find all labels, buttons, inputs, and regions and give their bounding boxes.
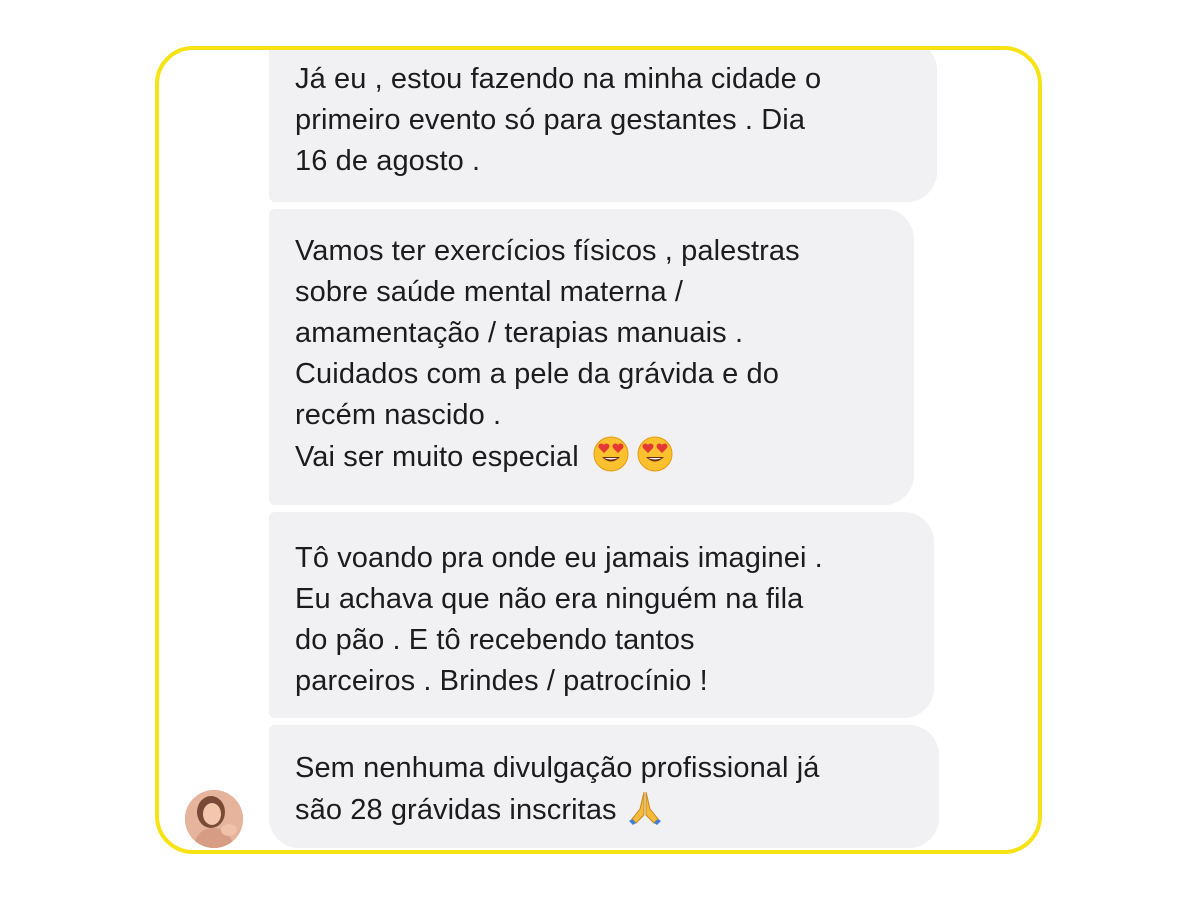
message-line: sobre saúde mental materna /: [295, 276, 684, 308]
heart-eyes-emoji-icon: [637, 436, 673, 472]
folded-hands-emoji-icon: [628, 791, 661, 825]
message-line: Já eu , estou fazendo na minha cidade o: [295, 63, 822, 95]
message-line: recém nascido .: [295, 399, 502, 431]
message-line: do pão . E tô recebendo tantos: [295, 624, 695, 656]
message-line: amamentação / terapias manuais .: [295, 317, 744, 349]
avatar-portrait-icon: [185, 790, 243, 848]
message-line: Cuidados com a pele da grávida e do: [295, 358, 779, 390]
sender-avatar[interactable]: [185, 790, 243, 848]
message-line: primeiro evento só para gestantes . Dia: [295, 104, 806, 136]
chat-frame: Já eu , estou fazendo na minha cidade o …: [155, 46, 1042, 854]
message-text: Vai ser muito especial: [295, 441, 579, 473]
message-line-with-emoji: Vai ser muito especial: [295, 436, 888, 478]
message-bubble-1[interactable]: Já eu , estou fazendo na minha cidade o …: [269, 50, 937, 202]
message-line: Eu achava que não era ninguém na fila: [295, 583, 804, 615]
heart-eyes-emoji-icon: [593, 436, 629, 472]
message-line: parceiros . Brindes / patrocínio !: [295, 665, 708, 697]
message-bubble-3[interactable]: Tô voando pra onde eu jamais imaginei . …: [269, 512, 934, 718]
message-line: Sem nenhuma divulgação profissional já: [295, 752, 820, 784]
message-line: Vamos ter exercícios físicos , palestras: [295, 235, 800, 267]
message-bubble-2[interactable]: Vamos ter exercícios físicos , palestras…: [269, 209, 914, 505]
message-bubble-4[interactable]: Sem nenhuma divulgação profissional já s…: [269, 725, 939, 848]
message-line: Tô voando pra onde eu jamais imaginei .: [295, 542, 823, 574]
message-line-with-emoji: são 28 grávidas inscritas: [295, 789, 913, 831]
message-text: são 28 grávidas inscritas: [295, 794, 617, 826]
message-line: 16 de agosto .: [295, 145, 481, 177]
